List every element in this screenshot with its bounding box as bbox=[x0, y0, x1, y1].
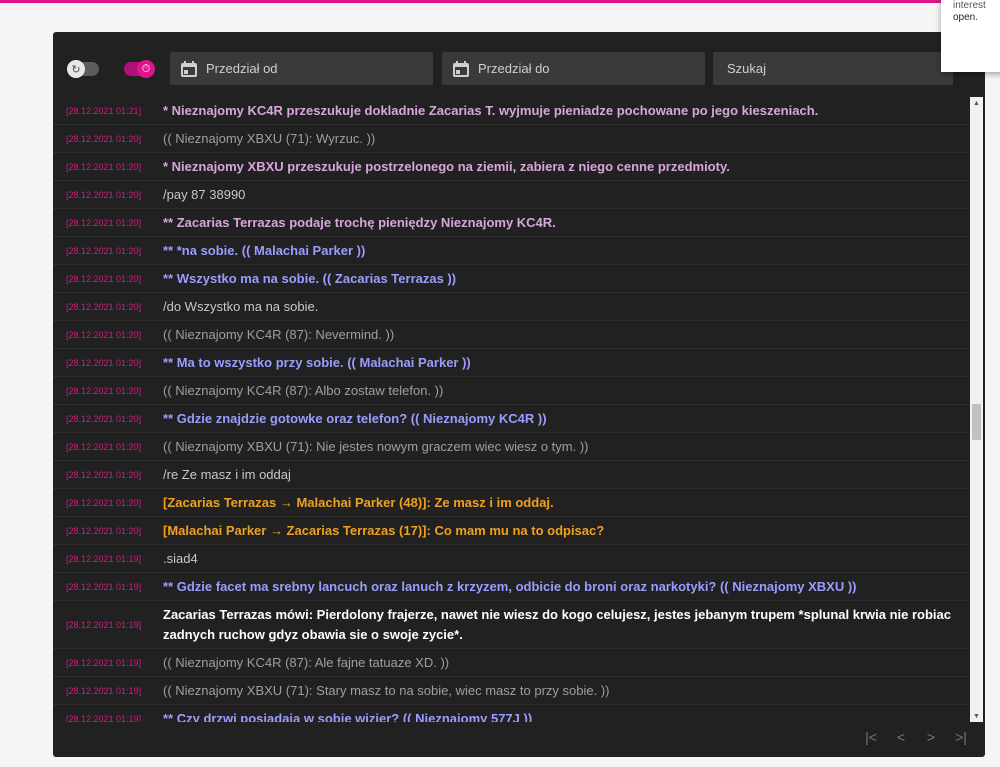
log-timestamp: [28.12.2021 01:21] bbox=[66, 105, 142, 116]
pagination: |< < > >| bbox=[859, 727, 973, 747]
log-row: [28.12.2021 01:20] (( Nieznajomy XBXU (71… bbox=[53, 433, 969, 461]
log-timestamp: [28.12.2021 01:19] bbox=[66, 581, 142, 592]
log-row: [28.12.2021 01:19] ** Gdzie facet ma sreb… bbox=[53, 573, 969, 601]
log-message: /re Ze masz i im oddaj bbox=[163, 466, 291, 482]
log-message: (( Nieznajomy XBXU (71): Stary masz to n… bbox=[163, 682, 610, 698]
log-row: [28.12.2021 01:20] /pay 87 38990 bbox=[53, 181, 969, 209]
search-input[interactable]: Szukaj bbox=[713, 52, 953, 85]
scroll-up-icon[interactable]: ▲ bbox=[970, 97, 983, 109]
log-timestamp: [28.12.2021 01:20] bbox=[66, 301, 142, 312]
date-from-field[interactable]: Przedział od bbox=[170, 52, 433, 85]
log-row: [28.12.2021 01:20] (( Nieznajomy KC4R (87… bbox=[53, 321, 969, 349]
log-message: .siad4 bbox=[163, 550, 198, 566]
log-timestamp: [28.12.2021 01:20] bbox=[66, 441, 142, 452]
date-to-placeholder: Przedział do bbox=[478, 61, 550, 76]
log-timestamp: [28.12.2021 01:20] bbox=[66, 357, 142, 368]
log-message: ** Gdzie facet ma srebny lancuch oraz la… bbox=[163, 578, 857, 594]
log-scrollbar[interactable]: ▲ ▼ bbox=[970, 97, 983, 722]
refresh-icon: ↻ bbox=[67, 60, 85, 78]
log-row: [28.12.2021 01:20] ** Wszystko ma na sobi… bbox=[53, 265, 969, 293]
log-row: [28.12.2021 01:19] .siad4 bbox=[53, 545, 969, 573]
log-row: [28.12.2021 01:19] (( Nieznajomy XBXU (71… bbox=[53, 677, 969, 705]
log-timestamp: [28.12.2021 01:20] bbox=[66, 497, 142, 508]
log-timestamp: [28.12.2021 01:20] bbox=[66, 413, 142, 424]
log-timestamp: [28.12.2021 01:19] bbox=[66, 657, 142, 668]
log-timestamp: [28.12.2021 01:20] bbox=[66, 469, 142, 480]
popup-text-line1: interest bbox=[953, 0, 986, 11]
log-row: [28.12.2021 01:19] ** Czy drzwi posiadaja… bbox=[53, 705, 969, 723]
log-timestamp: [28.12.2021 01:20] bbox=[66, 217, 142, 228]
search-placeholder: Szukaj bbox=[727, 61, 767, 76]
log-message: /pay 87 38990 bbox=[163, 186, 246, 202]
date-to-field[interactable]: Przedział do bbox=[442, 52, 705, 85]
log-message: [Malachai Parker → Zacarias Terrazas (17… bbox=[163, 522, 605, 538]
next-page-button[interactable]: > bbox=[919, 727, 943, 747]
log-message: /do Wszystko ma na sobie. bbox=[163, 298, 319, 314]
log-message: (( Nieznajomy KC4R (87): Albo zostaw tel… bbox=[163, 382, 444, 398]
log-message: ** *na sobie. (( Malachai Parker )) bbox=[163, 242, 366, 258]
log-message: ** Czy drzwi posiadaja w sobie wizier? (… bbox=[163, 710, 533, 723]
log-timestamp: [28.12.2021 01:20] bbox=[66, 133, 142, 144]
log-timestamp: [28.12.2021 01:20] bbox=[66, 161, 142, 172]
log-row: [28.12.2021 01:21] * Nieznajomy KC4R prze… bbox=[53, 97, 969, 125]
log-row: [28.12.2021 01:20] [Malachai Parker → Zac… bbox=[53, 517, 969, 545]
calendar-icon bbox=[180, 60, 198, 78]
auto-refresh-toggle[interactable]: ↻ bbox=[67, 60, 99, 78]
log-timestamp: [28.12.2021 01:20] bbox=[66, 245, 142, 256]
prev-page-button[interactable]: < bbox=[889, 727, 913, 747]
log-timestamp: [28.12.2021 01:20] bbox=[66, 329, 142, 340]
top-accent-bar bbox=[0, 0, 1000, 3]
first-page-button[interactable]: |< bbox=[859, 727, 883, 747]
popup-text-line2: open. bbox=[953, 12, 979, 23]
notification-popup: interest open. bbox=[941, 0, 1000, 72]
timer-toggle[interactable]: ⏱ bbox=[124, 60, 155, 78]
timer-icon: ⏱ bbox=[137, 60, 155, 78]
log-row: [28.12.2021 01:19] Zacarias Terrazas mówi… bbox=[53, 601, 969, 649]
chat-log-panel: ↻ ⏱ Przedział od Przedział do Szukaj [28… bbox=[53, 32, 985, 757]
log-timestamp: [28.12.2021 01:19] bbox=[66, 685, 142, 696]
log-row: [28.12.2021 01:20] * Nieznajomy XBXU prze… bbox=[53, 153, 969, 181]
chat-log-list[interactable]: [28.12.2021 01:21] * Nieznajomy KC4R prze… bbox=[53, 97, 969, 722]
log-row: [28.12.2021 01:20] ** Ma to wszystko przy… bbox=[53, 349, 969, 377]
log-message: (( Nieznajomy KC4R (87): Nevermind. )) bbox=[163, 326, 395, 342]
filter-toolbar: ↻ ⏱ Przedział od Przedział do Szukaj bbox=[53, 32, 985, 102]
scrollbar-thumb[interactable] bbox=[972, 404, 981, 440]
log-message: * Nieznajomy XBXU przeszukuje postrzelon… bbox=[163, 158, 730, 174]
log-row: [28.12.2021 01:20] ** Gdzie znajdzie goto… bbox=[53, 405, 969, 433]
log-row: [28.12.2021 01:20] ** *na sobie. (( Malac… bbox=[53, 237, 969, 265]
log-timestamp: [28.12.2021 01:19] bbox=[66, 619, 142, 630]
log-message: (( Nieznajomy XBXU (71): Wyrzuc. )) bbox=[163, 130, 376, 146]
log-timestamp: [28.12.2021 01:20] bbox=[66, 189, 142, 200]
log-timestamp: [28.12.2021 01:20] bbox=[66, 273, 142, 284]
log-message: ** Wszystko ma na sobie. (( Zacarias Ter… bbox=[163, 270, 457, 286]
log-message: Zacarias Terrazas mówi: Pierdolony fraje… bbox=[163, 606, 951, 642]
log-row: [28.12.2021 01:20] ** Zacarias Terrazas p… bbox=[53, 209, 969, 237]
log-row: [28.12.2021 01:20] /re Ze masz i im oddaj bbox=[53, 461, 969, 489]
log-row: [28.12.2021 01:20] [Zacarias Terrazas → M… bbox=[53, 489, 969, 517]
log-row: [28.12.2021 01:20] (( Nieznajomy KC4R (87… bbox=[53, 377, 969, 405]
scroll-down-icon[interactable]: ▼ bbox=[970, 710, 983, 722]
last-page-button[interactable]: >| bbox=[949, 727, 973, 747]
log-timestamp: [28.12.2021 01:20] bbox=[66, 385, 142, 396]
log-message: ** Ma to wszystko przy sobie. (( Malacha… bbox=[163, 354, 471, 370]
log-row: [28.12.2021 01:19] (( Nieznajomy KC4R (87… bbox=[53, 649, 969, 677]
date-from-placeholder: Przedział od bbox=[206, 61, 278, 76]
log-message: ** Gdzie znajdzie gotowke oraz telefon? … bbox=[163, 410, 547, 426]
log-message: ** Zacarias Terrazas podaje trochę pieni… bbox=[163, 214, 556, 230]
log-timestamp: [28.12.2021 01:19] bbox=[66, 713, 142, 723]
log-message: (( Nieznajomy KC4R (87): Ale fajne tatua… bbox=[163, 654, 450, 670]
log-timestamp: [28.12.2021 01:20] bbox=[66, 525, 142, 536]
log-timestamp: [28.12.2021 01:19] bbox=[66, 553, 142, 564]
log-message: [Zacarias Terrazas → Malachai Parker (48… bbox=[163, 494, 554, 510]
calendar-icon bbox=[452, 60, 470, 78]
log-row: [28.12.2021 01:20] (( Nieznajomy XBXU (71… bbox=[53, 125, 969, 153]
log-message: * Nieznajomy KC4R przeszukuje dokladnie … bbox=[163, 102, 819, 118]
log-row: [28.12.2021 01:20] /do Wszystko ma na sob… bbox=[53, 293, 969, 321]
log-message: (( Nieznajomy XBXU (71): Nie jestes nowy… bbox=[163, 438, 589, 454]
